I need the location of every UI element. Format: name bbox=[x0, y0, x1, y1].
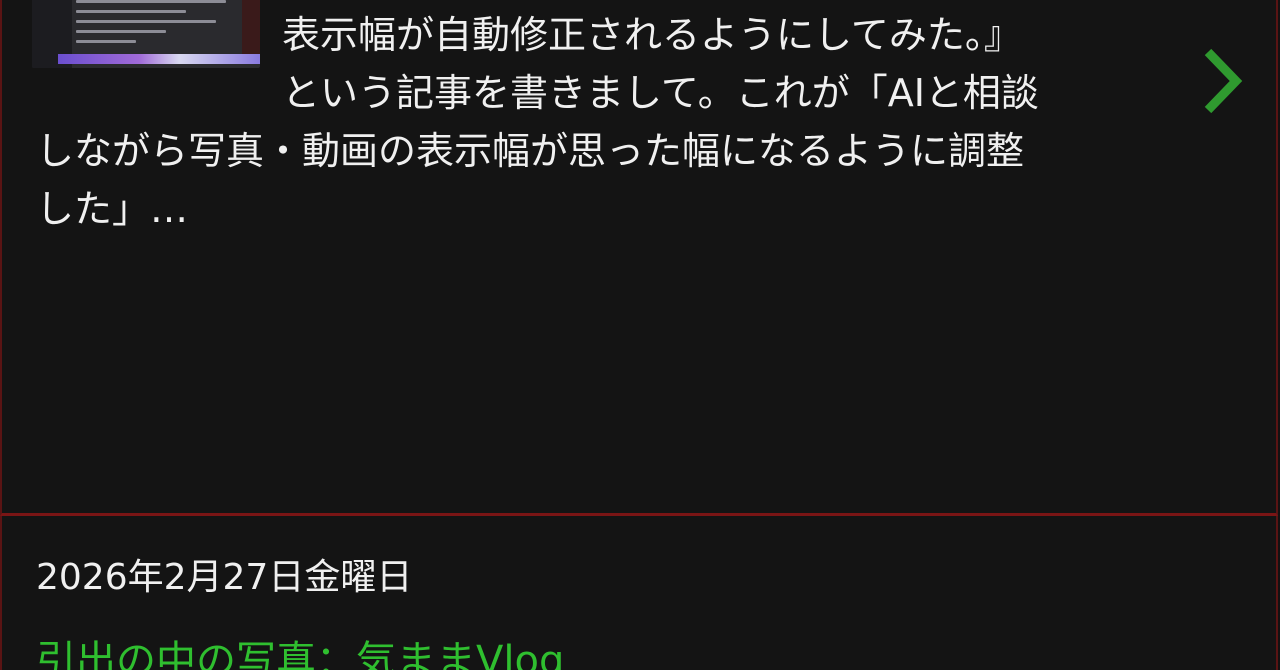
post-excerpt-line: しながら写真・動画の表示幅が思った幅になるように調整 bbox=[36, 129, 1025, 173]
post-excerpt-line: 表示幅が自動修正されるようにしてみた。』 bbox=[282, 13, 1022, 57]
post-excerpt-line: という記事を書きまして。これが「AIと相談 bbox=[282, 71, 1039, 115]
post-thumbnail[interactable] bbox=[32, 0, 260, 68]
post-date: 2026年2月27日金曜日 bbox=[36, 557, 413, 598]
post-card: 2026年2月27日金曜日 引出の中の写真：気ままVlog bbox=[0, 516, 1278, 670]
post-title-link[interactable]: 引出の中の写真：気ままVlog bbox=[36, 636, 564, 670]
chevron-right-icon[interactable] bbox=[1198, 46, 1246, 116]
post-excerpt-line: した」… bbox=[36, 187, 189, 231]
previous-post-card: 表示幅が自動修正されるようにしてみた。』 という記事を書きまして。これが「AIと… bbox=[0, 0, 1278, 516]
blog-page: 表示幅が自動修正されるようにしてみた。』 という記事を書きまして。これが「AIと… bbox=[0, 0, 1280, 670]
